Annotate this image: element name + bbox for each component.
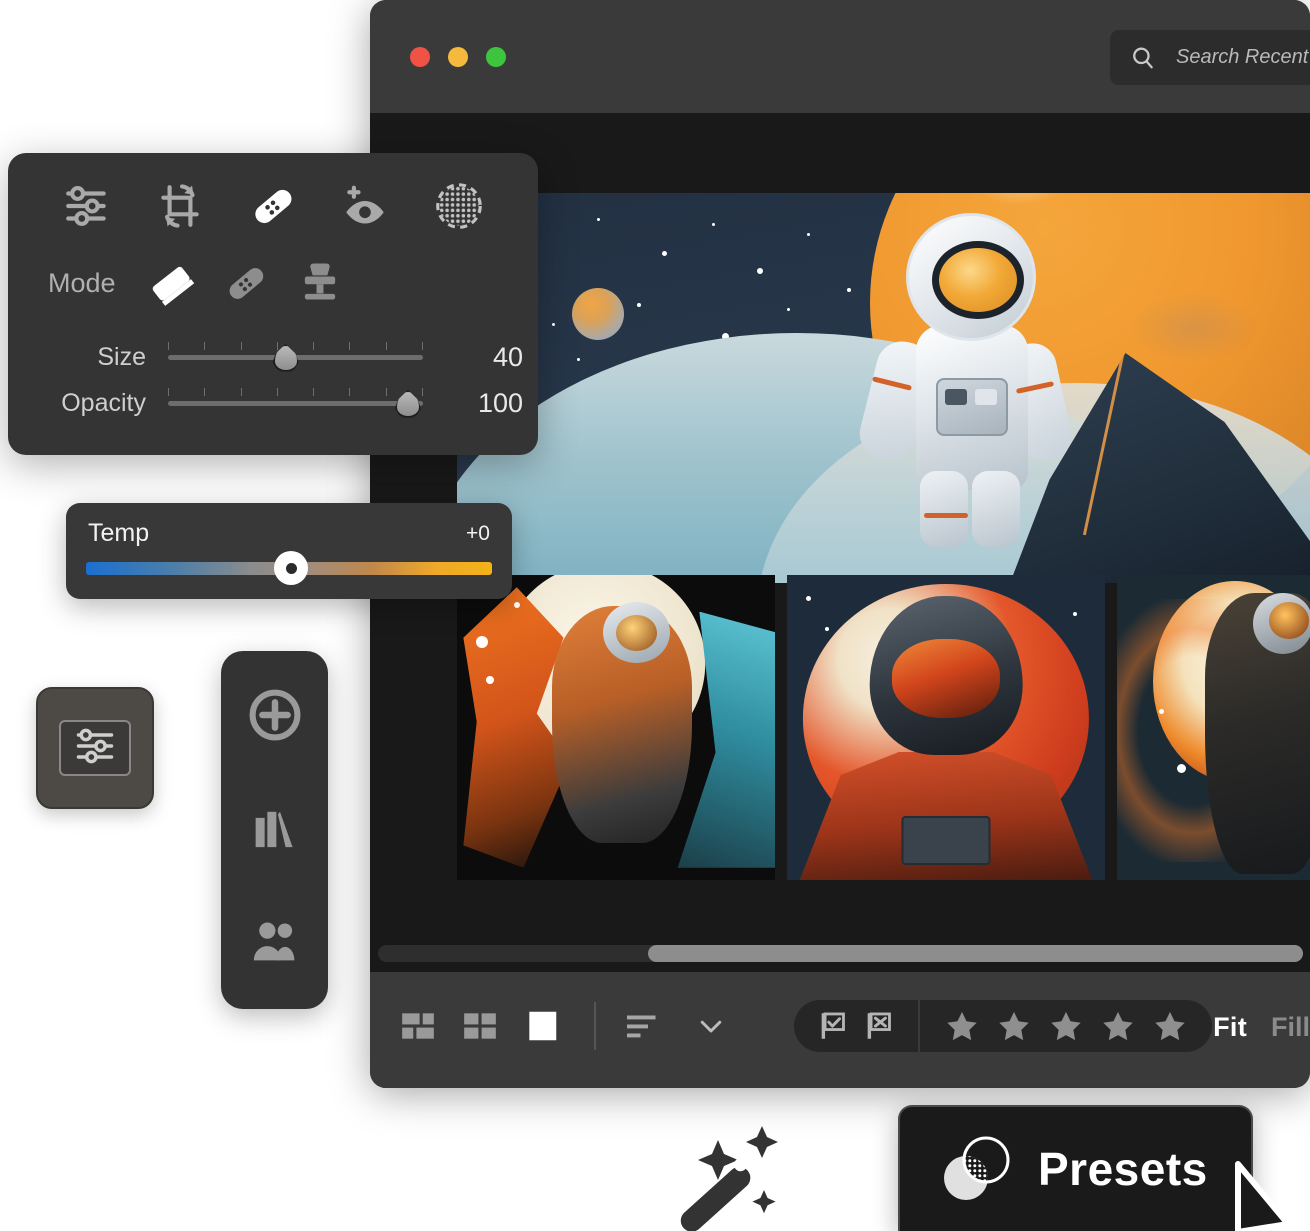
screen-root: Fit Fill xyxy=(0,0,1310,1231)
opacity-slider[interactable] xyxy=(168,388,423,418)
slider-group: Size 40 Opacity 100 xyxy=(8,311,538,423)
bandage-icon[interactable] xyxy=(218,255,274,311)
adjust-panel-button[interactable] xyxy=(36,687,154,809)
horizontal-scrollbar[interactable] xyxy=(378,945,1303,962)
preview-star xyxy=(712,223,715,226)
scrollbar-thumb[interactable] xyxy=(648,945,1303,962)
healing-bandage-icon[interactable] xyxy=(246,179,300,233)
thumbnail-item[interactable] xyxy=(1117,575,1310,880)
main-preview-image[interactable] xyxy=(457,193,1310,583)
adjust-button-frame xyxy=(59,720,131,776)
preview-star xyxy=(637,303,641,307)
minimize-button[interactable] xyxy=(448,47,468,67)
preview-star xyxy=(757,268,763,274)
adjust-sliders-icon xyxy=(73,724,117,773)
crop-rotate-icon[interactable] xyxy=(153,179,207,233)
dot-grid-circle-icon[interactable] xyxy=(432,179,486,233)
preview-astronaut xyxy=(854,213,1076,547)
single-view-icon[interactable] xyxy=(522,1006,562,1046)
opacity-value: 100 xyxy=(477,387,523,418)
flag-reject-icon[interactable] xyxy=(862,1009,896,1043)
star-icon[interactable] xyxy=(1048,1008,1084,1044)
clone-stamp-icon[interactable] xyxy=(292,255,348,311)
magic-wand-sparkles-icon xyxy=(680,1118,802,1231)
preview-star xyxy=(662,251,667,256)
title-bar xyxy=(370,0,1310,113)
slider-ticks xyxy=(168,388,423,396)
preview-star xyxy=(807,233,810,236)
preview-star xyxy=(597,218,600,221)
preview-star xyxy=(847,288,851,292)
temp-value: +0 xyxy=(466,521,490,545)
close-button[interactable] xyxy=(410,47,430,67)
star-rating xyxy=(920,1000,1212,1052)
people-group-icon[interactable] xyxy=(221,912,328,970)
star-icon[interactable] xyxy=(1152,1008,1188,1044)
red-eye-icon[interactable] xyxy=(339,179,393,233)
opacity-slider-row: Opacity 100 xyxy=(8,383,538,423)
size-slider[interactable] xyxy=(168,342,423,372)
preview-star xyxy=(552,323,555,326)
temp-slider-panel: Temp +0 xyxy=(66,503,512,599)
star-icon[interactable] xyxy=(1100,1008,1136,1044)
zoom-mode-group: Fit Fill xyxy=(1213,1012,1310,1043)
grid-view-icon[interactable] xyxy=(460,1006,500,1046)
temp-header: Temp +0 xyxy=(66,503,512,548)
temp-slider-thumb[interactable] xyxy=(274,551,308,585)
chevron-down-icon[interactable] xyxy=(696,1011,726,1041)
eraser-icon[interactable] xyxy=(144,255,200,311)
healing-tool-panel: Mode Size 40 Opacity 100 xyxy=(8,153,538,455)
star-icon[interactable] xyxy=(944,1008,980,1044)
masonry-grid-view-icon[interactable] xyxy=(398,1006,438,1046)
size-value: 40 xyxy=(492,341,523,372)
books-library-icon[interactable] xyxy=(221,799,328,857)
preview-star xyxy=(577,358,580,361)
search-icon xyxy=(1130,45,1156,71)
zoom-mode-fit[interactable]: Fit xyxy=(1213,1012,1247,1043)
zoom-mode-fill[interactable]: Fill xyxy=(1271,1012,1310,1043)
traffic-lights xyxy=(410,47,506,67)
preview-star xyxy=(787,308,790,311)
size-label: Size xyxy=(97,342,146,371)
adjust-sliders-icon[interactable] xyxy=(60,179,114,233)
bottom-toolbar: Fit Fill xyxy=(370,972,1310,1088)
tool-row xyxy=(8,153,538,233)
flag-group xyxy=(794,1000,918,1052)
slider-ticks xyxy=(168,342,423,350)
slider-track xyxy=(168,401,423,406)
preview-moon xyxy=(572,288,624,340)
thumbnail-strip xyxy=(457,575,1310,885)
temp-label: Temp xyxy=(88,519,150,547)
thumbnail-item[interactable] xyxy=(787,575,1105,880)
mode-row: Mode xyxy=(8,233,538,311)
zoom-button[interactable] xyxy=(486,47,506,67)
sort-lines-icon[interactable] xyxy=(622,1006,662,1046)
add-circle-icon[interactable] xyxy=(221,686,328,744)
presets-button[interactable]: Presets xyxy=(898,1105,1253,1231)
size-slider-row: Size 40 xyxy=(8,337,538,377)
flag-rating-group xyxy=(794,1000,1212,1052)
presets-label: Presets xyxy=(1038,1143,1208,1195)
flag-pick-icon[interactable] xyxy=(816,1009,850,1043)
toolbar-divider xyxy=(594,1002,596,1050)
star-icon[interactable] xyxy=(996,1008,1032,1044)
presets-circles-icon xyxy=(938,1134,1016,1204)
search-bar[interactable] xyxy=(1110,30,1310,85)
thumbnail-item[interactable] xyxy=(457,575,775,880)
left-rail xyxy=(221,651,328,1009)
opacity-label: Opacity xyxy=(61,388,146,417)
search-input[interactable] xyxy=(1176,46,1310,69)
mouse-pointer-arrow xyxy=(1232,1160,1292,1231)
mode-label: Mode xyxy=(48,267,116,298)
